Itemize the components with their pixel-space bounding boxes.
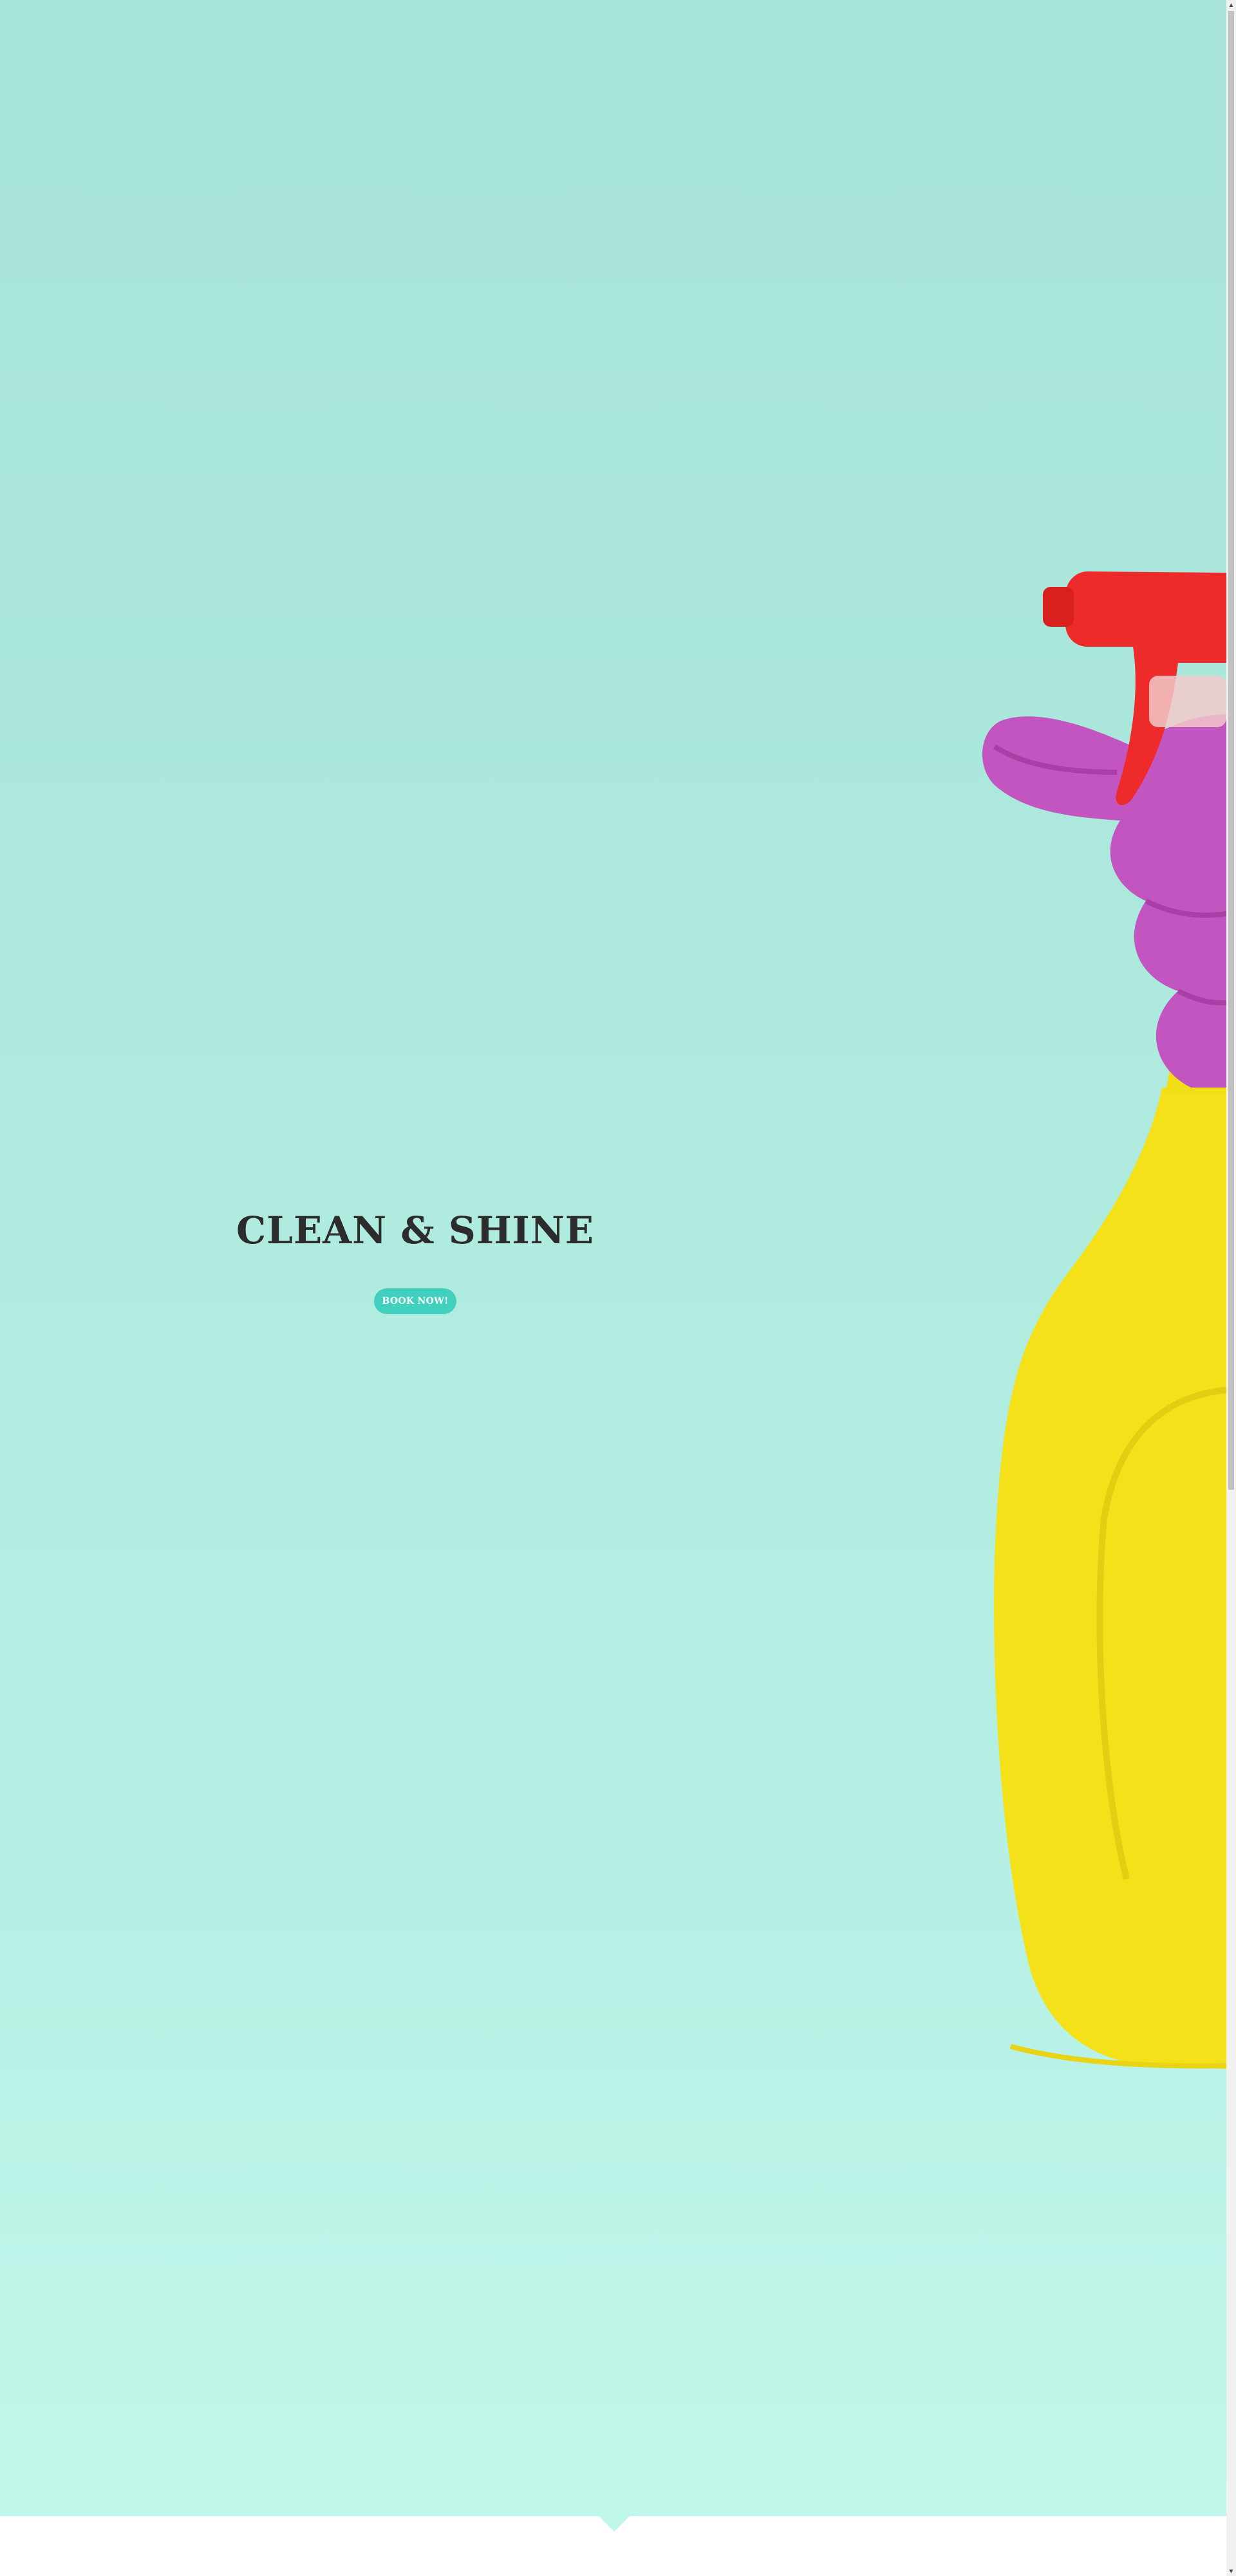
scroll-up-icon[interactable]: ▲ bbox=[1226, 0, 1236, 10]
page-scrollbar[interactable]: ▲ ▼ bbox=[1226, 0, 1236, 2576]
scrollbar-thumb[interactable] bbox=[1228, 11, 1234, 1490]
scroll-down-icon[interactable]: ▼ bbox=[1226, 2566, 1236, 2576]
section-divider-arrow bbox=[597, 2515, 631, 2532]
spray-bottle-image bbox=[982, 571, 1226, 2069]
hero-title: CLEAN & SHINE bbox=[236, 1209, 594, 1252]
book-now-button[interactable]: BOOK NOW! bbox=[374, 1288, 456, 1314]
hero-section: CLEAN & SHINE BOOK NOW! bbox=[0, 0, 1226, 2516]
